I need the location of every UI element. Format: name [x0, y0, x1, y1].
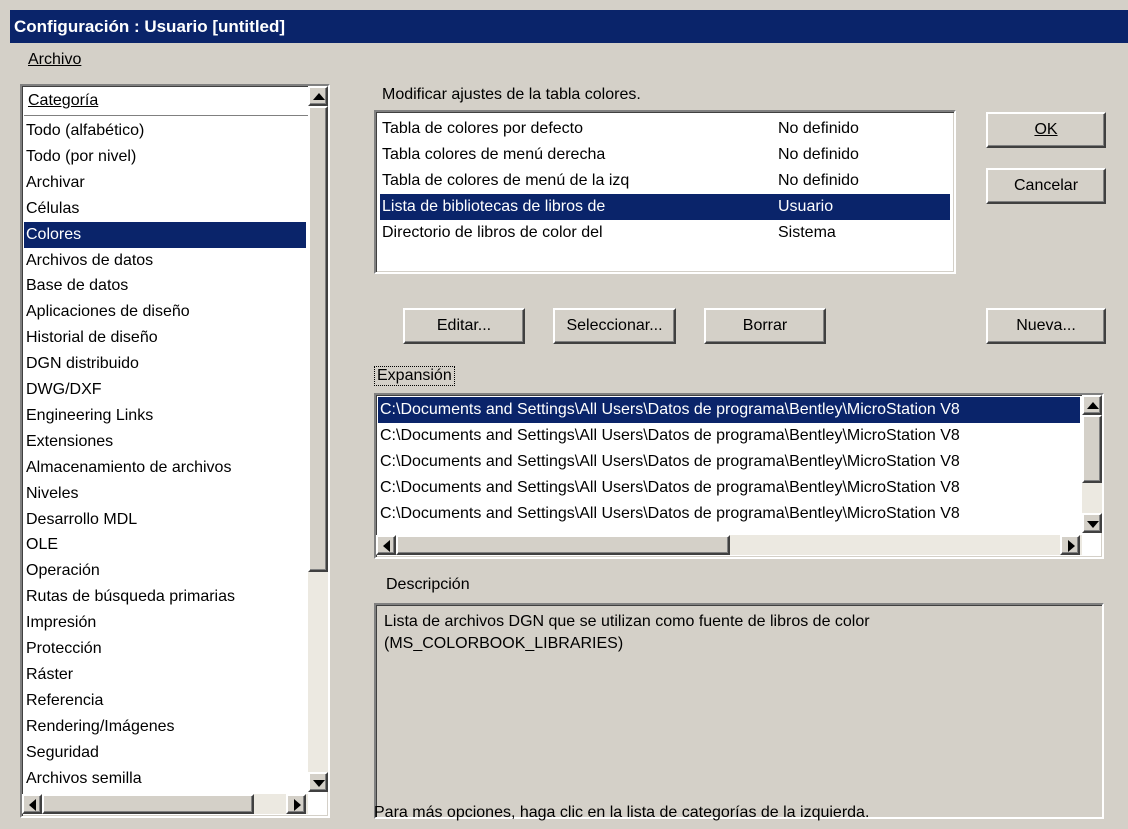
- settings-row[interactable]: Directorio de libros de color del Sistema: [380, 220, 950, 246]
- category-header[interactable]: Categoría: [24, 88, 308, 116]
- category-item[interactable]: Todo (por nivel): [24, 144, 306, 170]
- scroll-left-button[interactable]: [22, 794, 42, 814]
- category-item[interactable]: Impresión: [24, 610, 306, 636]
- description-label: Descripción: [386, 576, 470, 593]
- category-item[interactable]: DWG/DXF: [24, 377, 306, 403]
- arrow-down-icon: [313, 780, 325, 787]
- category-item[interactable]: DGN distribuido: [24, 351, 306, 377]
- category-header-label: Categoría: [28, 92, 99, 109]
- expansion-list[interactable]: C:\Documents and Settings\All Users\Dato…: [374, 393, 1104, 559]
- category-item[interactable]: Base de datos: [24, 273, 306, 299]
- exp-scroll-right-button[interactable]: [1060, 535, 1080, 555]
- arrow-left-icon: [29, 799, 36, 811]
- expansion-row[interactable]: C:\Documents and Settings\All Users\Dato…: [378, 501, 1080, 527]
- category-item[interactable]: Todo (alfabético): [24, 118, 306, 144]
- category-item[interactable]: Desarrollo MDL: [24, 507, 306, 533]
- settings-row-value: No definido: [778, 172, 859, 189]
- new-button[interactable]: Nueva...: [986, 308, 1106, 344]
- description-text-line1: Lista de archivos DGN que se utilizan co…: [384, 613, 870, 630]
- arrow-right-icon: [1068, 540, 1075, 552]
- exp-scroll-left-button[interactable]: [376, 535, 396, 555]
- hscroll-thumb[interactable]: [42, 794, 254, 814]
- scroll-right-button[interactable]: [286, 794, 306, 814]
- category-item[interactable]: Rendering/Imágenes: [24, 714, 306, 740]
- category-item[interactable]: Archivos de datos: [24, 248, 306, 274]
- settings-row[interactable]: Lista de bibliotecas de libros de Usuario: [380, 194, 950, 220]
- category-item[interactable]: Protección: [24, 636, 306, 662]
- exp-scroll-thumb[interactable]: [1082, 415, 1102, 483]
- edit-button[interactable]: Editar...: [403, 308, 525, 344]
- expansion-label: Expansión: [374, 366, 455, 386]
- footer-hint: Para más opciones, haga clic en la lista…: [374, 804, 870, 821]
- select-button[interactable]: Seleccionar...: [553, 308, 676, 344]
- settings-row[interactable]: Tabla de colores de menú de la izq No def…: [380, 168, 950, 194]
- settings-row-name: Tabla de colores por defecto: [382, 120, 584, 137]
- arrow-down-icon: [1087, 521, 1099, 528]
- category-item[interactable]: Rutas de búsqueda primarias: [24, 584, 306, 610]
- exp-hscroll-thumb[interactable]: [396, 535, 730, 555]
- settings-row[interactable]: Tabla colores de menú derecha No definido: [380, 142, 950, 168]
- category-item[interactable]: Colores: [24, 221, 306, 248]
- description-text-line2: (MS_COLORBOOK_LIBRARIES): [384, 635, 624, 652]
- exp-scroll-up-button[interactable]: [1082, 395, 1102, 415]
- ok-button[interactable]: OK: [986, 112, 1106, 148]
- expansion-row[interactable]: C:\Documents and Settings\All Users\Dato…: [378, 423, 1080, 449]
- arrow-up-icon: [1087, 402, 1099, 409]
- description-box: Lista de archivos DGN que se utilizan co…: [374, 603, 1104, 819]
- category-item[interactable]: Engineering Links: [24, 403, 306, 429]
- category-item[interactable]: Referencia: [24, 688, 306, 714]
- settings-row-name: Tabla de colores de menú de la izq: [382, 172, 630, 189]
- category-item[interactable]: Aplicaciones de diseño: [24, 299, 306, 325]
- settings-heading: Modificar ajustes de la tabla colores.: [382, 86, 641, 103]
- expansion-vscroll[interactable]: [1082, 395, 1102, 533]
- settings-row-name: Lista de bibliotecas de libros de: [382, 198, 606, 215]
- category-item[interactable]: Operación: [24, 558, 306, 584]
- category-item[interactable]: Almacenamiento de archivos: [24, 455, 306, 481]
- settings-row-value: No definido: [778, 146, 859, 163]
- category-vscroll[interactable]: [308, 86, 328, 792]
- category-item[interactable]: Niveles: [24, 481, 306, 507]
- category-item[interactable]: Historial de diseño: [24, 325, 306, 351]
- category-item[interactable]: Seguridad: [24, 740, 306, 766]
- exp-scroll-down-button[interactable]: [1082, 513, 1102, 533]
- ok-button-label: OK: [1034, 121, 1058, 138]
- window-title: Configuración : Usuario [untitled]: [10, 10, 1128, 43]
- category-item[interactable]: OLE: [24, 532, 306, 558]
- delete-button[interactable]: Borrar: [704, 308, 826, 344]
- expansion-row[interactable]: C:\Documents and Settings\All Users\Dato…: [378, 449, 1080, 475]
- category-item[interactable]: Archivar: [24, 170, 306, 196]
- settings-row-name: Tabla colores de menú derecha: [382, 146, 606, 163]
- category-list[interactable]: Categoría Todo (alfabético) Todo (por niv…: [20, 84, 330, 818]
- category-item[interactable]: Células: [24, 196, 306, 222]
- settings-row-value: No definido: [778, 120, 859, 137]
- settings-row-name: Directorio de libros de color del: [382, 224, 603, 241]
- settings-list[interactable]: Tabla de colores por defecto No definido T…: [374, 110, 956, 274]
- category-item[interactable]: Extensiones: [24, 429, 306, 455]
- scroll-down-button[interactable]: [308, 772, 328, 792]
- arrow-right-icon: [294, 799, 301, 811]
- expansion-row[interactable]: C:\Documents and Settings\All Users\Dato…: [378, 475, 1080, 501]
- arrow-left-icon: [383, 540, 390, 552]
- settings-row[interactable]: Tabla de colores por defecto No definido: [380, 116, 950, 142]
- scroll-up-button[interactable]: [308, 86, 328, 106]
- expansion-row[interactable]: C:\Documents and Settings\All Users\Dato…: [378, 397, 1080, 423]
- scroll-thumb[interactable]: [308, 106, 328, 572]
- category-item[interactable]: Archivos semilla: [24, 766, 306, 792]
- arrow-up-icon: [313, 93, 325, 100]
- settings-row-value: Sistema: [778, 224, 836, 241]
- menu-bar: Archivo: [28, 51, 81, 73]
- cancel-button[interactable]: Cancelar: [986, 168, 1106, 204]
- expansion-hscroll[interactable]: [376, 535, 1082, 555]
- settings-row-value: Usuario: [778, 198, 834, 215]
- menu-archivo[interactable]: Archivo: [28, 51, 81, 68]
- category-hscroll[interactable]: [22, 794, 308, 814]
- category-item[interactable]: Ráster: [24, 662, 306, 688]
